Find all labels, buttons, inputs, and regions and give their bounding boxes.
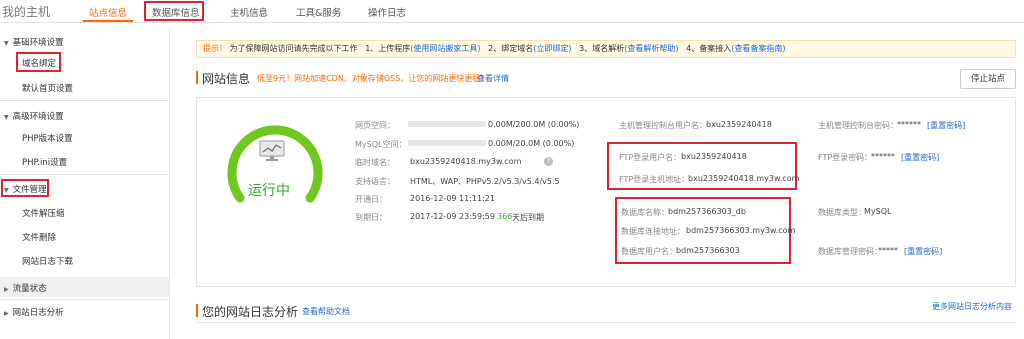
- db-conn-value: bdm257366303.my3w.com: [686, 226, 796, 235]
- tab-host-info[interactable]: 主机信息: [230, 5, 268, 19]
- title-accent-bar: [196, 304, 198, 317]
- db-username-value: bdm257366303: [676, 246, 740, 255]
- triangle-down-icon: ▼: [4, 187, 9, 194]
- ftp-password-value: ******: [871, 152, 895, 161]
- sidebar-section-label: 流量状态: [12, 284, 47, 294]
- mgmt-reset-password-link[interactable]: [重置密码]: [927, 120, 965, 131]
- open-date-value: 2016-12-09 11:11:21: [410, 194, 495, 203]
- web-space-value: 0.00M/200.0M (0.00%): [488, 120, 580, 129]
- ftp-username-value: bxu2359240418: [681, 152, 747, 161]
- db-password-label: 数据库管理密码：: [818, 247, 882, 256]
- db-reset-password-link[interactable]: [重置密码]: [904, 246, 942, 257]
- promo-details-link[interactable]: 查看详情: [477, 73, 509, 84]
- notice-step3-link[interactable]: (查看解析帮助): [624, 44, 678, 53]
- db-password-value: *****: [878, 246, 898, 255]
- notice-step1: 1、上传程序: [365, 44, 411, 53]
- notice-step4: 4、备案接入: [686, 44, 732, 53]
- sidebar-section-files[interactable]: ▼ 文件管理: [4, 183, 47, 195]
- sidebar-section-log-analysis[interactable]: ▶ 网站日志分析: [4, 306, 64, 318]
- notice-tip: 提示！: [203, 44, 227, 53]
- temp-domain-value: bxu2359240418.my3w.com: [410, 157, 522, 166]
- db-type-value: MySQL: [864, 207, 892, 216]
- db-name-label: 数据库名称：: [621, 208, 669, 217]
- expire-suffix: 天后到期: [512, 213, 544, 222]
- db-username-label: 数据库用户名：: [621, 247, 677, 256]
- setup-notice-bar: 提示！ 为了保障网站访问请先完成以下工作 1、上传程序(使用网站搬家工具) 2、…: [196, 40, 1016, 58]
- brand-title: 我的主机: [2, 5, 51, 19]
- log-analysis-title: 您的网站日志分析: [202, 305, 299, 319]
- expire-date-label: 到期日：: [355, 213, 387, 222]
- language-value: HTML、WAP、PHPv5.2/v5.3/v5.4/v5.5: [410, 177, 560, 186]
- temp-domain-label: 临时域名：: [355, 158, 395, 167]
- mysql-space-bar: [408, 140, 486, 146]
- help-icon[interactable]: ?: [544, 157, 553, 166]
- triangle-right-icon: ▶: [4, 310, 9, 317]
- tab-site-info[interactable]: 站点信息: [89, 5, 127, 19]
- status-running-label: 运行中: [248, 183, 290, 199]
- expire-days: 366: [497, 212, 513, 221]
- promo-text: 低至9元！网站加速CDN、对象存储OSS，让您的网站更快更稳！: [257, 74, 489, 83]
- sidebar-item-domain-bind[interactable]: 域名绑定: [22, 57, 56, 69]
- triangle-down-icon: ▼: [4, 40, 9, 47]
- db-type-label: 数据库类型：: [818, 208, 866, 217]
- open-date-label: 开通日：: [355, 195, 387, 204]
- mgmt-username-value: bxu2359240418: [706, 120, 772, 129]
- stop-site-button[interactable]: 停止站点: [960, 69, 1016, 89]
- notice-text: 为了保障网站访问请先完成以下工作: [229, 44, 358, 53]
- sidebar-divider: [0, 299, 170, 300]
- sidebar-item-php-version[interactable]: PHP版本设置: [22, 132, 73, 144]
- sidebar-item-log-download[interactable]: 网站日志下载: [22, 255, 73, 267]
- mgmt-username-label: 主机管理控制台用户名：: [619, 121, 707, 130]
- sidebar-section-label: 网站日志分析: [12, 308, 64, 318]
- notice-step4-link[interactable]: (查看备案指南): [731, 44, 785, 53]
- sidebar-section-label: 文件管理: [12, 185, 47, 195]
- triangle-right-icon: ▶: [4, 286, 9, 293]
- mysql-space-value: 0.00M/20.0M (0.00%): [488, 139, 575, 148]
- more-log-analysis-link[interactable]: 更多网站日志分析内容: [932, 301, 1012, 312]
- tab-tools-services[interactable]: 工具&服务: [296, 5, 341, 19]
- web-space-label: 网页空间：: [355, 121, 395, 130]
- sidebar-item-unzip[interactable]: 文件解压缩: [22, 207, 65, 219]
- mgmt-password-value: ******: [897, 120, 921, 129]
- log-panel-top-border: [196, 322, 1016, 323]
- site-info-title: 网站信息: [202, 72, 251, 86]
- sidebar-divider: [0, 174, 170, 175]
- tab-db-info[interactable]: 数据库信息: [152, 5, 200, 19]
- sidebar-item-default-home[interactable]: 默认首页设置: [22, 82, 73, 94]
- sidebar-divider: [0, 100, 170, 101]
- ftp-host-label: FTP登录主机地址：: [619, 175, 690, 184]
- mysql-space-label: MySQL空间：: [355, 140, 407, 149]
- triangle-down-icon: ▼: [4, 114, 9, 121]
- db-name-value: bdm257366303_db: [668, 207, 746, 216]
- ftp-reset-password-link[interactable]: [重置密码]: [901, 152, 939, 163]
- sidebar-item-php-ini[interactable]: PHP.ini设置: [22, 156, 67, 168]
- ftp-username-label: FTP登录用户名：: [619, 153, 682, 162]
- sidebar-section-basic[interactable]: ▼ 基础环境设置: [4, 36, 64, 48]
- tab-operation-log[interactable]: 操作日志: [368, 5, 406, 19]
- sidebar-section-advanced[interactable]: ▼ 高级环境设置: [4, 110, 64, 122]
- status-gauge: [227, 125, 323, 203]
- web-space-bar: [408, 121, 486, 127]
- db-conn-label: 数据库连接地址：: [621, 227, 685, 236]
- mgmt-password-label: 主机管理控制台密码：: [818, 121, 898, 130]
- expire-date-value: 2017-12-09 23:59:59: [410, 212, 495, 221]
- sidebar-section-label: 高级环境设置: [12, 112, 64, 122]
- sidebar-section-traffic[interactable]: ▶ 流量状态: [4, 282, 47, 294]
- server-chart-icon: [259, 140, 285, 161]
- active-tab-underline: [83, 20, 133, 22]
- ftp-password-label: FTP登录密码：: [818, 153, 873, 162]
- title-accent-bar: [196, 71, 198, 84]
- sidebar-item-file-delete[interactable]: 文件删除: [22, 231, 56, 243]
- ftp-host-value: bxu2359240418.my3w.com: [688, 174, 800, 183]
- sidebar-section-label: 基础环境设置: [12, 38, 64, 48]
- notice-step2: 2、绑定域名: [488, 44, 534, 53]
- notice-step3: 3、域名解析: [579, 44, 625, 53]
- notice-step2-link[interactable]: (立即绑定): [533, 44, 571, 53]
- notice-step1-link[interactable]: (使用网站搬家工具): [410, 44, 480, 53]
- language-label: 支持语言：: [355, 177, 395, 186]
- log-help-link[interactable]: 查看帮助文档: [302, 306, 350, 317]
